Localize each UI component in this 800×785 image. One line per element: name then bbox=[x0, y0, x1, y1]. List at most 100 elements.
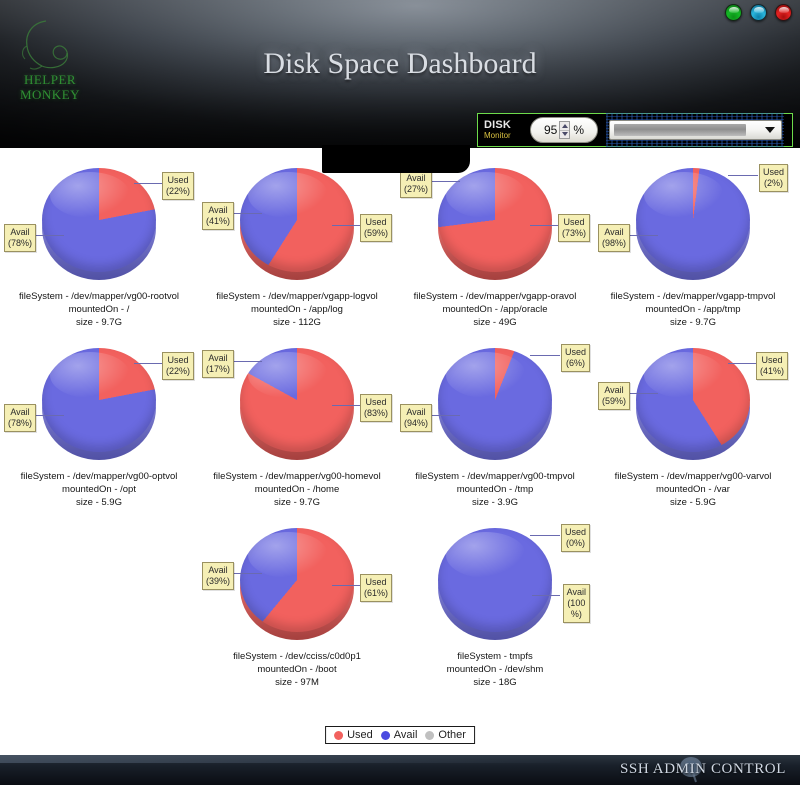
pie-chart-cell: Used (41%) Avail (59%) fileSystem - /dev/map… bbox=[594, 342, 792, 522]
spinner-increment-button[interactable] bbox=[560, 122, 570, 131]
pie-chart[interactable]: Used (22%) Avail (78%) bbox=[0, 162, 198, 290]
pie-leader-line bbox=[332, 225, 362, 226]
pie-label-value: (6%) bbox=[565, 358, 585, 368]
pie-graphic bbox=[42, 168, 156, 280]
pie-label-value: (27%) bbox=[404, 184, 429, 194]
pie-label-text: Avail bbox=[208, 353, 228, 363]
host-select[interactable] bbox=[609, 120, 782, 140]
pie-label-value: (78%) bbox=[8, 238, 33, 248]
window-controls bbox=[725, 4, 792, 21]
pie-chart-caption: fileSystem - /dev/mapper/vg00-varvol moun… bbox=[594, 470, 792, 509]
pie-label-used: Used (22%) bbox=[161, 352, 194, 380]
pie-label-avail: Avail (98%) bbox=[598, 224, 631, 252]
legend-color-swatch bbox=[380, 730, 390, 740]
pie-label-value: (94%) bbox=[404, 418, 429, 428]
pie-chart-cell: Used (0%) Avail (100%) fileSystem - tmpfs mou… bbox=[396, 522, 594, 702]
host-select-wrapper bbox=[606, 113, 784, 147]
pie-label-text: Avail bbox=[604, 227, 624, 237]
pie-chart-cell: Used (2%) Avail (98%) fileSystem - /dev/mapp… bbox=[594, 162, 792, 342]
pie-chart-cell: Used (83%) Avail (17%) fileSystem - /dev/map… bbox=[198, 342, 396, 522]
spinner-arrows[interactable] bbox=[559, 121, 571, 139]
pie-label-used: Used (22%) bbox=[161, 172, 194, 200]
pie-label-text: Avail bbox=[406, 407, 426, 417]
pie-slices bbox=[636, 168, 750, 272]
legend-item-avail: Avail bbox=[380, 729, 417, 741]
caption-size: size - 49G bbox=[473, 317, 517, 328]
pie-label-avail: Avail (41%) bbox=[202, 202, 235, 230]
chevron-down-icon bbox=[561, 132, 568, 137]
pie-label-used: Used (59%) bbox=[359, 214, 392, 242]
caption-mounted-on: mountedOn - /dev/shm bbox=[446, 664, 544, 675]
caption-size: size - 9.7G bbox=[670, 317, 716, 328]
spinner-decrement-button[interactable] bbox=[560, 131, 569, 139]
maximize-button[interactable] bbox=[750, 4, 767, 21]
pie-leader-line bbox=[532, 595, 560, 596]
pie-label-text: Used bbox=[365, 577, 387, 587]
pie-chart-cell: Used (22%) Avail (78%) fileSystem - /dev/map… bbox=[0, 162, 198, 342]
minimize-button[interactable] bbox=[725, 4, 742, 21]
pie-label-avail: Avail (17%) bbox=[202, 350, 235, 378]
pie-label-value: (100%) bbox=[567, 598, 586, 619]
pie-graphic bbox=[636, 168, 750, 280]
pie-chart-cell: Used (22%) Avail (78%) fileSystem - /dev/map… bbox=[0, 342, 198, 522]
pie-label-avail: Avail (94%) bbox=[400, 404, 433, 432]
pie-label-value: (39%) bbox=[206, 576, 231, 586]
caption-size: size - 5.9G bbox=[670, 497, 716, 508]
pie-label-text: Used bbox=[762, 167, 784, 177]
pie-chart[interactable]: Used (2%) Avail (98%) bbox=[594, 162, 792, 290]
pie-label-value: (59%) bbox=[602, 396, 627, 406]
pie-chart[interactable]: Used (61%) Avail (39%) bbox=[198, 522, 396, 650]
pie-chart[interactable]: Used (83%) Avail (17%) bbox=[198, 342, 396, 470]
footer-highlight-strip bbox=[0, 755, 560, 763]
pie-chart-cell: Used (73%) Avail (27%) fileSystem - /dev/map… bbox=[396, 162, 594, 342]
pie-chart-cell: Used (6%) Avail (94%) fileSystem - /dev/mapp… bbox=[396, 342, 594, 522]
chevron-down-icon bbox=[765, 127, 775, 133]
pie-chart[interactable]: Used (0%) Avail (100%) bbox=[396, 522, 594, 650]
pie-chart[interactable]: Used (41%) Avail (59%) bbox=[594, 342, 792, 470]
legend-label: Used bbox=[347, 729, 373, 741]
pie-label-value: (73%) bbox=[561, 228, 586, 238]
pie-chart[interactable]: Used (59%) Avail (41%) bbox=[198, 162, 396, 290]
pie-slices bbox=[240, 528, 354, 632]
pie-label-text: Used bbox=[563, 217, 585, 227]
pie-label-used: Used (41%) bbox=[755, 352, 788, 380]
threshold-spinner[interactable]: 95 % bbox=[530, 117, 598, 143]
pie-leader-line bbox=[332, 585, 362, 586]
caption-filesystem: fileSystem - /dev/mapper/vg00-varvol bbox=[614, 471, 772, 482]
pie-leader-line bbox=[728, 175, 758, 176]
pie-chart[interactable]: Used (73%) Avail (27%) bbox=[396, 162, 594, 290]
pie-label-value: (22%) bbox=[165, 366, 190, 376]
pie-label-text: Avail bbox=[10, 227, 30, 237]
pie-chart-caption: fileSystem - /dev/mapper/vg00-tmpvol moun… bbox=[396, 470, 594, 509]
caption-mounted-on: mountedOn - / bbox=[68, 304, 130, 315]
pie-graphic bbox=[438, 168, 552, 280]
redaction-bar bbox=[322, 145, 470, 173]
pie-chart-cell: Used (59%) Avail (41%) fileSystem - /dev/map… bbox=[198, 162, 396, 342]
footer-title: SSH ADMIN CONTROL bbox=[619, 761, 786, 777]
pie-chart-cell: Used (61%) Avail (39%) fileSystem - /dev/cci… bbox=[198, 522, 396, 702]
caption-filesystem: fileSystem - tmpfs bbox=[457, 651, 533, 662]
pie-leader-line bbox=[430, 181, 460, 182]
pie-label-text: Used bbox=[761, 355, 783, 365]
pie-label-text: Avail bbox=[10, 407, 30, 417]
pie-leader-line bbox=[332, 405, 362, 406]
pie-leader-line bbox=[430, 415, 460, 416]
pie-label-used: Used (83%) bbox=[359, 394, 392, 422]
pie-label-avail: Avail (78%) bbox=[4, 404, 37, 432]
caption-mounted-on: mountedOn - /home bbox=[254, 484, 340, 495]
pie-label-value: (61%) bbox=[363, 588, 388, 598]
pie-chart[interactable]: Used (6%) Avail (94%) bbox=[396, 342, 594, 470]
close-button[interactable] bbox=[775, 4, 792, 21]
legend-label: Other bbox=[438, 729, 466, 741]
pie-label-text: Avail bbox=[406, 173, 426, 183]
dashboard-body: Used (22%) Avail (78%) fileSystem - /dev/map… bbox=[0, 148, 800, 755]
pie-chart-grid: Used (22%) Avail (78%) fileSystem - /dev/map… bbox=[0, 162, 800, 702]
threshold-unit: % bbox=[573, 123, 585, 137]
pie-label-avail: Avail (100%) bbox=[562, 584, 590, 623]
caption-filesystem: fileSystem - /dev/mapper/vg00-homevol bbox=[213, 471, 381, 482]
app-header: HELPER MONKEY Disk Space Dashboard DISK … bbox=[0, 0, 800, 148]
pie-chart[interactable]: Used (22%) Avail (78%) bbox=[0, 342, 198, 470]
pie-label-used: Used (2%) bbox=[758, 164, 788, 192]
pie-label-used: Used (0%) bbox=[560, 524, 590, 552]
pie-leader-line bbox=[134, 363, 164, 364]
